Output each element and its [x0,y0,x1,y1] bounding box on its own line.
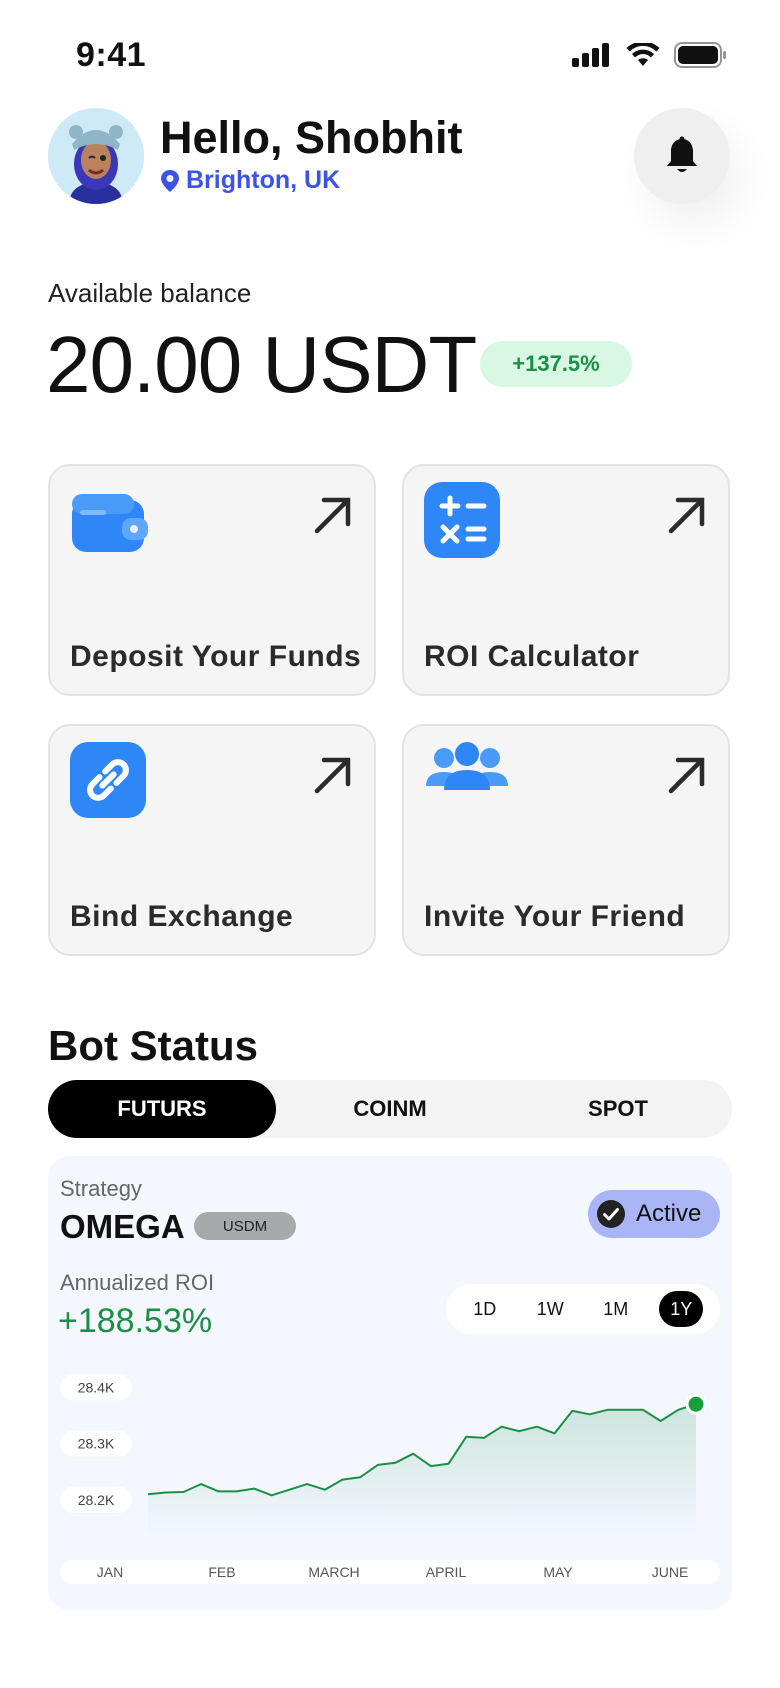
x-tick-label: JUNE [652,1564,689,1580]
balance-value: 20.00 USDT [46,320,477,409]
people-icon [422,740,512,805]
bell-icon [667,136,697,172]
roi-calculator-card[interactable]: ROI Calculator [402,464,730,696]
arrow-up-right-icon [666,754,708,801]
balance-label: Available balance [48,278,252,308]
status-icons [572,42,728,68]
svg-text:28.4K: 28.4K [78,1379,115,1395]
wifi-icon [626,43,660,66]
chart-point [685,1393,707,1415]
month-strip [60,1560,720,1584]
status-time: 9:41 [76,36,147,74]
chart-area [148,1404,696,1538]
roi-chart: 28.4K 28.3K 28.2K JAN FEB MARCH APRIL MAY JUNE [60,1374,720,1584]
avatar-image [48,108,144,204]
bot-panel: Strategy OMEGA USDM Active Annualized RO… [48,1156,732,1610]
x-tick-label: MAY [543,1564,573,1580]
wallet-icon [68,480,148,565]
bot-type-tabs: FUTURS COINM SPOT [48,1080,732,1138]
link-icon [68,740,148,825]
arrow-up-right-icon [312,494,354,541]
location[interactable]: Brighton, UK [160,166,340,195]
x-tick-label: APRIL [426,1564,467,1580]
notifications-button[interactable] [634,108,730,204]
arrow-up-right-icon [312,754,354,801]
deposit-card[interactable]: Deposit Your Funds [48,464,376,696]
calculator-icon [422,480,502,565]
x-tick-label: MARCH [308,1564,359,1580]
card-label: Bind Exchange [70,900,294,933]
greeting-title: Hello, Shobhit [160,112,463,163]
svg-text:28.2K: 28.2K [78,1492,115,1508]
y-tick-label: 28.4K [60,1374,132,1401]
card-label: Deposit Your Funds [70,640,362,673]
x-tick-label: JAN [97,1564,123,1580]
y-tick-label: 28.2K [60,1486,132,1513]
tab-futurs[interactable]: FUTURS [48,1080,276,1138]
avatar[interactable] [48,108,144,204]
location-label: Brighton, UK [186,166,341,194]
card-label: ROI Calculator [424,640,640,673]
arrow-up-right-icon [666,494,708,541]
svg-text:28.3K: 28.3K [78,1436,115,1452]
battery-icon [674,42,726,68]
invite-friend-card[interactable]: Invite Your Friend [402,724,730,956]
bind-exchange-card[interactable]: Bind Exchange [48,724,376,956]
tab-coinm[interactable]: COINM [276,1080,504,1138]
x-tick-label: FEB [208,1564,235,1580]
signal-icon [572,43,609,67]
bot-status-title: Bot Status [48,1022,258,1069]
card-label: Invite Your Friend [424,900,686,933]
y-tick-label: 28.3K [60,1430,132,1457]
balance-change-badge: +137.5% [480,341,632,387]
tab-spot[interactable]: SPOT [504,1080,732,1138]
location-pin-icon [161,169,179,192]
